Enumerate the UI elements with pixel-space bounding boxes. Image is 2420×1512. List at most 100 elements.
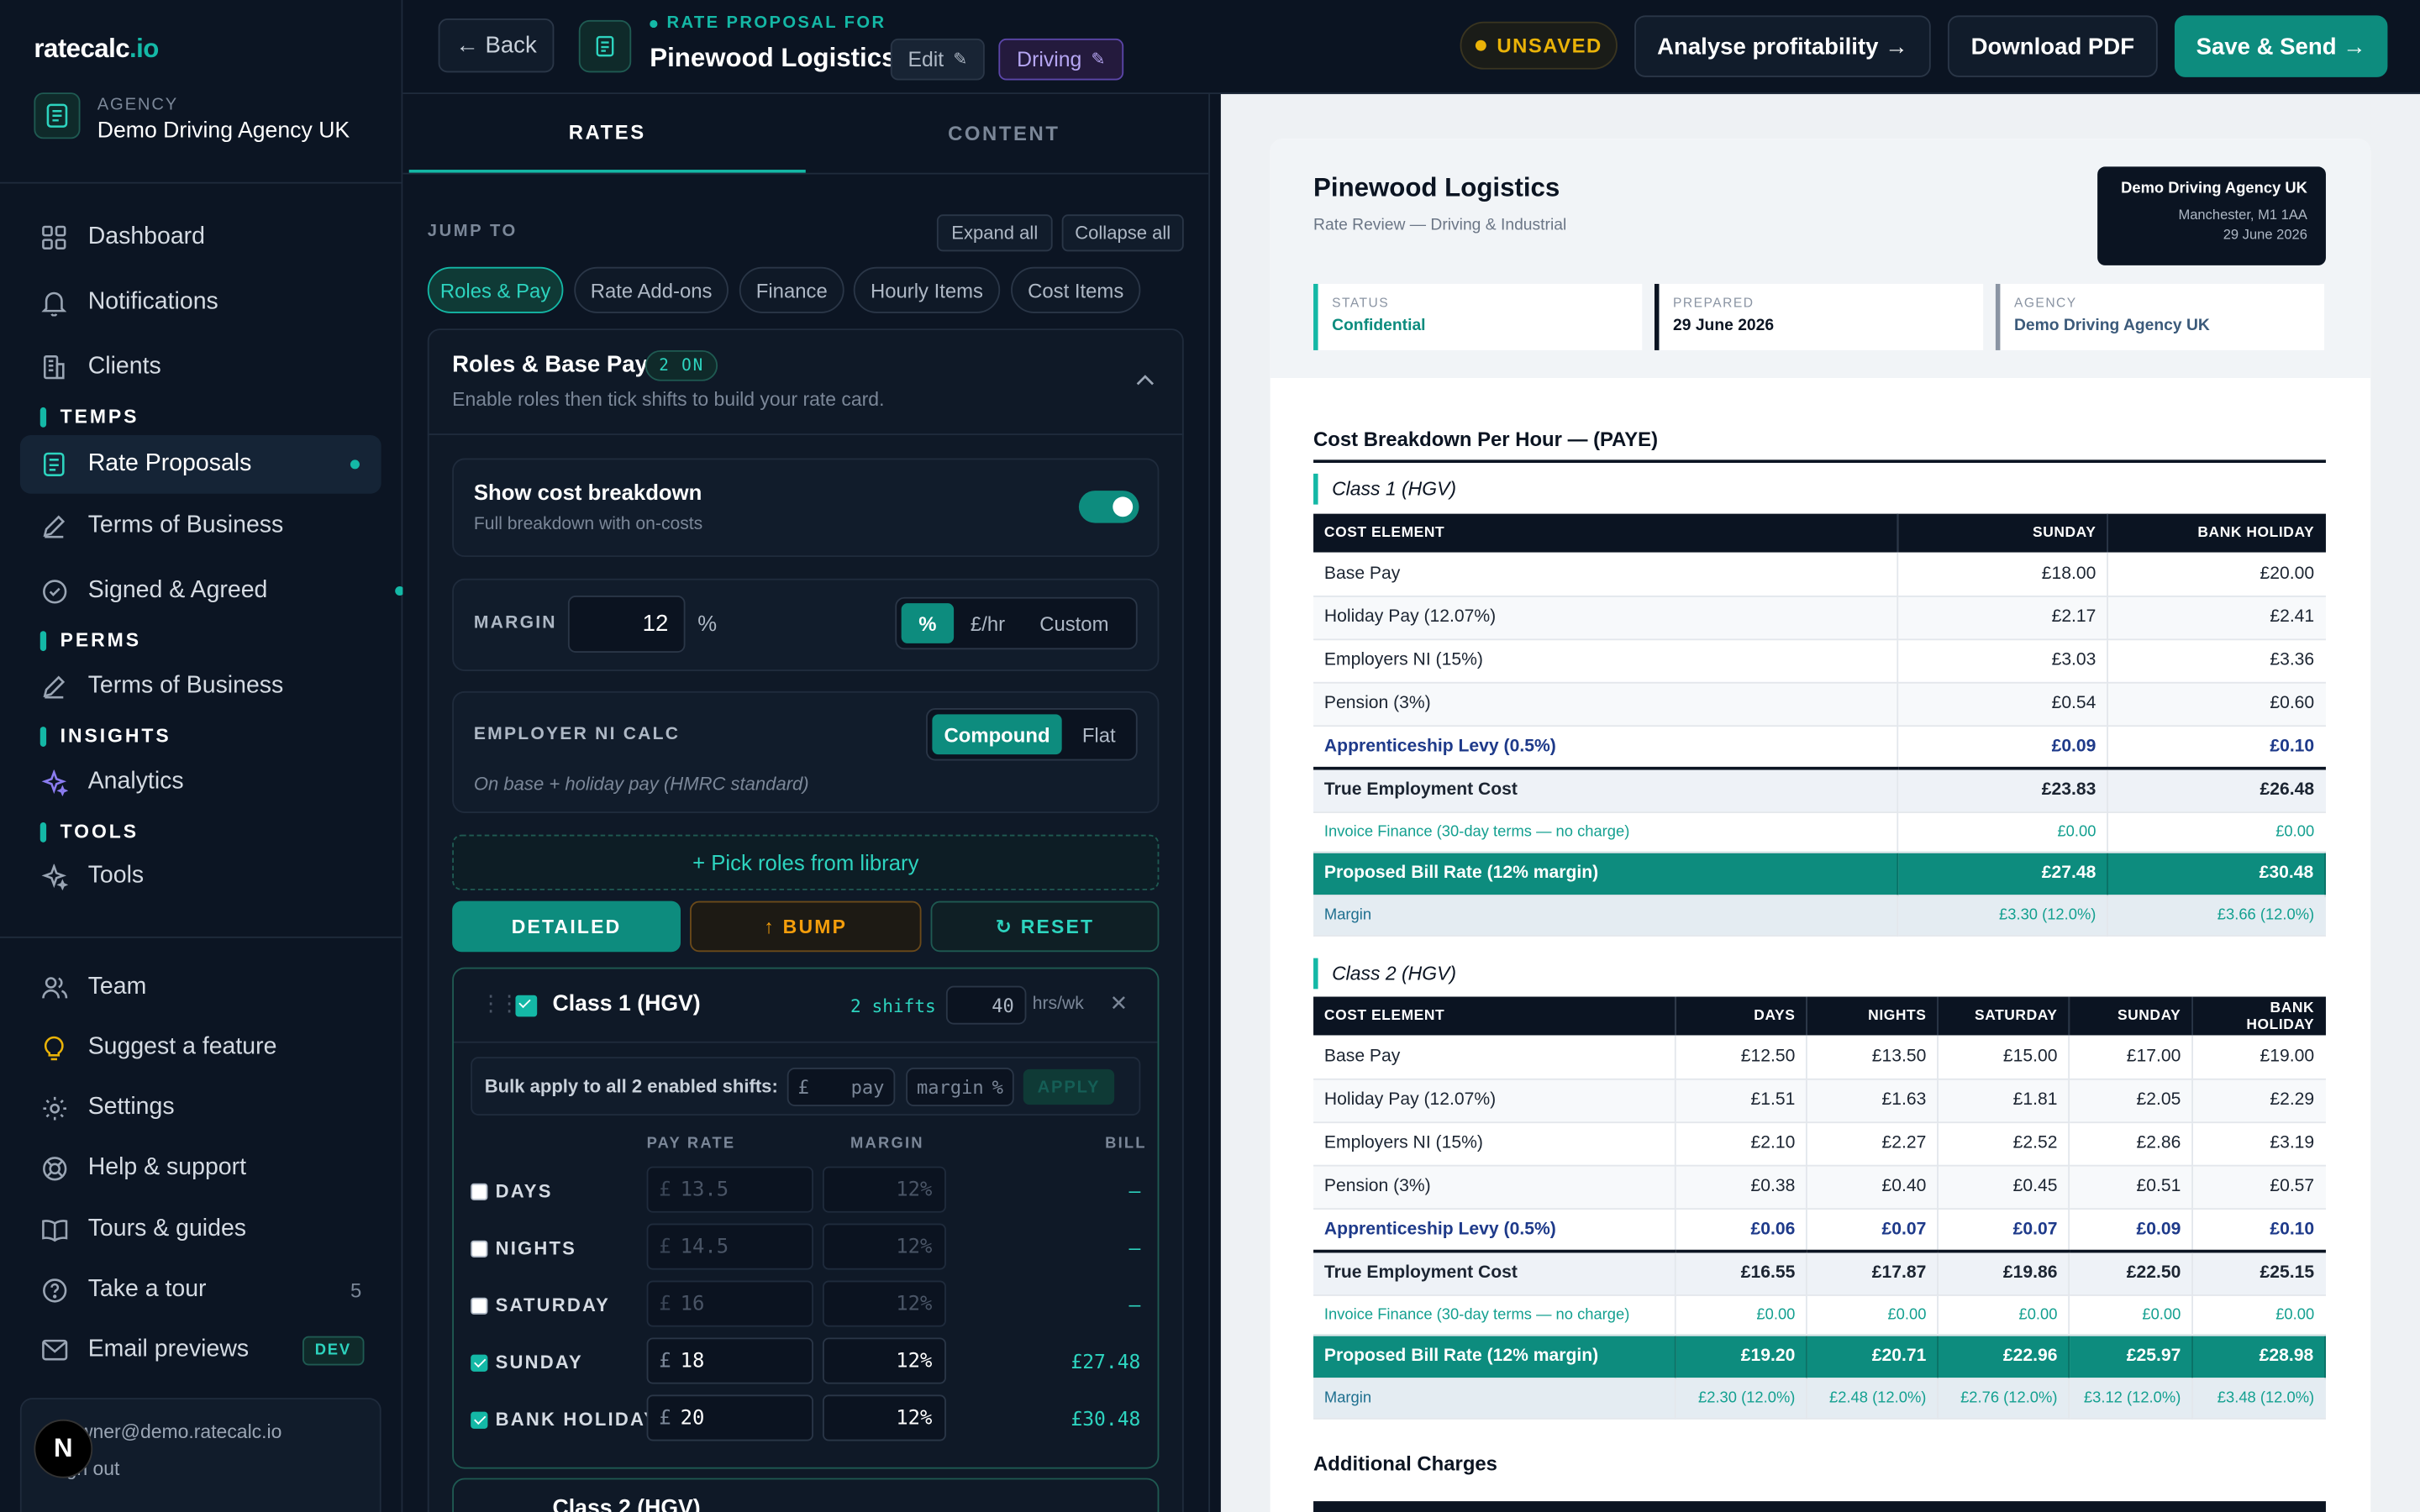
hours-input[interactable]: 40 <box>945 985 1027 1025</box>
drag-handle-icon[interactable]: ⋮⋮ <box>480 990 520 1016</box>
ni-note: On base + holiday pay (HMRC standard) <box>473 773 809 795</box>
expand-all-button[interactable]: Expand all <box>936 214 1053 252</box>
tour-count: 5 <box>350 1278 362 1303</box>
lifebuoy-icon <box>40 1154 68 1182</box>
chip-finance[interactable]: Finance <box>739 266 844 313</box>
pay-rate-input[interactable]: £20 <box>646 1394 813 1441</box>
shift-checkbox[interactable] <box>471 1353 488 1371</box>
nav-terms-temps[interactable]: Terms of Business <box>40 512 284 540</box>
download-pdf-button[interactable]: Download PDF <box>1947 15 2158 77</box>
margin-input[interactable]: 12% <box>822 1394 946 1441</box>
shift-label[interactable]: NIGHTS <box>471 1237 576 1259</box>
bulk-margin-input[interactable]: margin% <box>906 1068 1014 1106</box>
chip-rate-addons[interactable]: Rate Add-ons <box>574 266 729 313</box>
ni-label: EMPLOYER NI CALC <box>473 725 681 744</box>
cost-value: £1.51 <box>1676 1078 1808 1123</box>
bump-button[interactable]: ↑ BUMP <box>690 900 922 953</box>
mail-icon <box>40 1336 68 1364</box>
nav-rate-proposals[interactable]: Rate Proposals <box>19 434 381 494</box>
app-logo[interactable]: ratecalc.io <box>34 34 159 65</box>
shift-checkbox[interactable] <box>471 1239 488 1257</box>
table-row: Holiday Pay (12.07%) £2.17 £2.41 <box>1313 595 2326 640</box>
nav-tours[interactable]: Tours & guides <box>40 1215 246 1243</box>
agency-card-date: 29 June 2026 <box>2223 227 2307 243</box>
nav-help[interactable]: Help & support <box>40 1154 246 1182</box>
margin-mode-percent[interactable]: % <box>901 603 955 643</box>
panel-divider[interactable] <box>1208 94 1221 1512</box>
margin-input[interactable]: 12% <box>822 1223 946 1270</box>
nav-tools[interactable]: Tools <box>40 863 144 890</box>
pay-rate-value: 14.5 <box>680 1235 729 1258</box>
chip-roles-pay[interactable]: Roles & Pay <box>427 266 564 313</box>
sector-pill[interactable]: Driving ✎ <box>998 38 1124 81</box>
nav-dashboard[interactable]: Dashboard <box>40 223 205 251</box>
nav-take-tour[interactable]: Take a tour <box>40 1276 207 1304</box>
margin-mode-custom[interactable]: Custom <box>1022 603 1127 643</box>
shift-label[interactable]: BANK HOLIDAY <box>471 1409 658 1431</box>
tab-content[interactable]: CONTENT <box>806 94 1202 173</box>
cost-element: Pension (3%) <box>1313 681 1899 727</box>
bill-value: – <box>1128 1293 1141 1316</box>
chevron-up-icon[interactable] <box>1136 365 1155 393</box>
shift-label[interactable]: SUNDAY <box>471 1352 583 1373</box>
margin-value: 12% <box>896 1349 933 1373</box>
nav-label: Settings <box>87 1094 175 1121</box>
chip-hourly-items[interactable]: Hourly Items <box>853 266 1001 313</box>
nav-label: Signed & Agreed <box>87 576 268 604</box>
nav-team[interactable]: Team <box>40 974 146 1001</box>
pay-rate-input[interactable]: £14.5 <box>646 1223 813 1270</box>
nav-terms-perms[interactable]: Terms of Business <box>40 673 284 701</box>
avatar[interactable]: N <box>34 1419 93 1478</box>
bill-value: – <box>1128 1179 1141 1202</box>
agency-name[interactable]: Demo Driving Agency UK <box>97 118 350 143</box>
nav-suggest[interactable]: Suggest a feature <box>40 1034 276 1062</box>
cost-value: £0.38 <box>1676 1164 1808 1210</box>
reset-button[interactable]: ↻ RESET <box>930 900 1160 953</box>
save-send-button[interactable]: Save & Send → <box>2174 15 2388 77</box>
chip-cost-items[interactable]: Cost Items <box>1011 266 1141 313</box>
bulk-pay-input[interactable]: £ pay <box>786 1068 896 1106</box>
bill-value: – <box>1128 1236 1141 1259</box>
margin-input[interactable]: 12 <box>567 595 686 653</box>
cost-value: £30.48 <box>2107 851 2326 896</box>
ni-mode-flat[interactable]: Flat <box>1068 714 1129 754</box>
pay-rate-input[interactable]: £18 <box>646 1337 813 1384</box>
cost-value: £3.30 (12.0%) <box>1897 895 2109 936</box>
shift-checkbox[interactable] <box>471 1182 488 1200</box>
role-enabled-checkbox[interactable] <box>515 995 538 1017</box>
tab-rates[interactable]: RATES <box>408 94 806 173</box>
question-circle-icon <box>40 1276 68 1304</box>
margin-input[interactable]: 12% <box>822 1337 946 1384</box>
ni-mode-compound[interactable]: Compound <box>932 714 1062 755</box>
nav-clients[interactable]: Clients <box>40 354 161 381</box>
edit-pill[interactable]: Edit ✎ <box>890 38 985 81</box>
bulk-apply-button[interactable]: APPLY <box>1023 1068 1115 1105</box>
shift-checkbox[interactable] <box>471 1410 488 1428</box>
margin-input[interactable]: 12% <box>822 1280 946 1327</box>
meta-prepared: PREPARED 29 June 2026 <box>1654 283 1984 350</box>
pay-rate-input[interactable]: £13.5 <box>646 1166 813 1213</box>
bill-value: £30.48 <box>1071 1407 1141 1431</box>
pick-roles-button[interactable]: + Pick roles from library <box>452 834 1160 890</box>
margin-mode-per-hour[interactable]: £/hr <box>960 603 1015 643</box>
nav-settings[interactable]: Settings <box>40 1094 175 1121</box>
nav-email-previews[interactable]: Email previews <box>40 1336 249 1364</box>
pay-rate-input[interactable]: £16 <box>646 1280 813 1327</box>
back-button[interactable]: ← Back <box>438 18 555 73</box>
nav-signed-agreed[interactable]: Signed & Agreed <box>40 576 405 605</box>
analyse-button[interactable]: Analyse profitability → <box>1634 15 1931 77</box>
collapse-all-button[interactable]: Collapse all <box>1061 214 1184 252</box>
meta-agency: AGENCY Demo Driving Agency UK <box>1995 283 2325 350</box>
table-row: True Employment Cost £16.55 £17.87 £19.86 £2… <box>1313 1249 2326 1295</box>
margin-input[interactable]: 12% <box>822 1166 946 1213</box>
nav-analytics[interactable]: Analytics <box>40 769 184 796</box>
cost-element: Holiday Pay (12.07%) <box>1313 595 1899 640</box>
nav-notifications[interactable]: Notifications <box>40 288 218 316</box>
grid-icon <box>40 223 68 251</box>
shift-checkbox[interactable] <box>471 1296 488 1314</box>
shift-label[interactable]: SATURDAY <box>471 1294 610 1316</box>
detailed-button[interactable]: DETAILED <box>452 900 681 953</box>
close-icon[interactable]: ✕ <box>1110 990 1128 1016</box>
cost-breakdown-toggle[interactable] <box>1078 491 1139 523</box>
shift-label[interactable]: DAYS <box>471 1180 552 1202</box>
